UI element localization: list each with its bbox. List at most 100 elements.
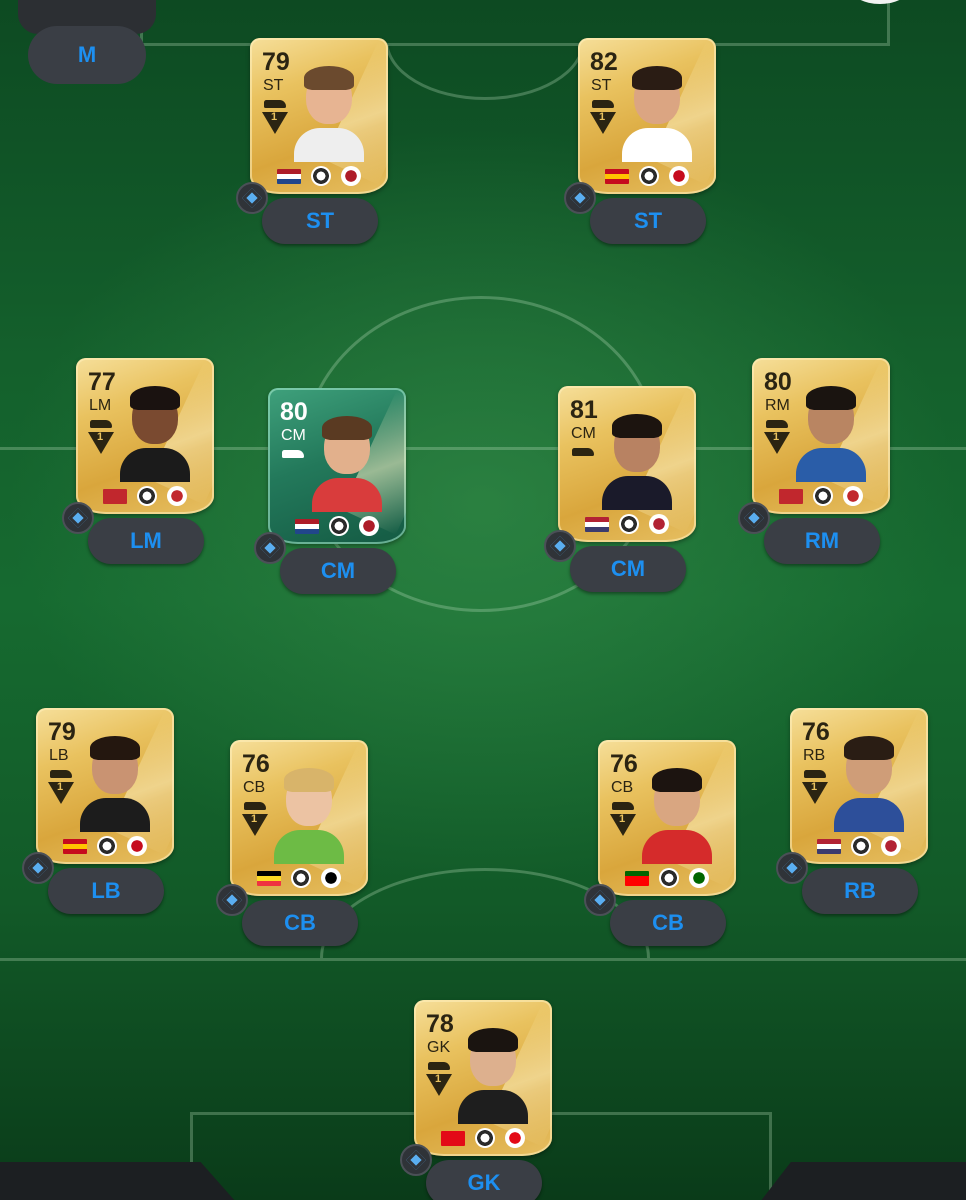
diamond-icon[interactable] bbox=[400, 1144, 432, 1176]
psv-logo bbox=[881, 836, 901, 856]
portugal-flag bbox=[625, 870, 649, 886]
player-hair bbox=[806, 386, 856, 410]
player-kit bbox=[312, 478, 382, 512]
player-card[interactable]: 78 GK 1 bbox=[414, 1000, 552, 1156]
player-card[interactable]: 80 RM 1 bbox=[752, 358, 890, 514]
galatasaray-logo bbox=[843, 486, 863, 506]
player-rating: 80 bbox=[764, 368, 792, 396]
slot-label: CM bbox=[610, 556, 646, 581]
player-hair bbox=[90, 736, 140, 760]
player-card[interactable]: 80 CM bbox=[268, 388, 406, 544]
boot-icon bbox=[592, 100, 614, 108]
slot-position-plate[interactable]: ST bbox=[262, 198, 378, 244]
slot-m[interactable]: M bbox=[28, 26, 146, 84]
slot-position-plate[interactable]: CM bbox=[280, 548, 396, 594]
boot-icon bbox=[282, 450, 304, 458]
eredivisie-logo bbox=[851, 836, 871, 856]
union-berlin-logo bbox=[689, 868, 709, 888]
slot-label: CM bbox=[320, 558, 356, 583]
slot-label: CB bbox=[652, 910, 684, 935]
slot-label: RM bbox=[804, 528, 840, 553]
chemistry-value: 1 bbox=[271, 111, 278, 123]
diamond-icon[interactable] bbox=[584, 884, 616, 916]
player-rating: 77 bbox=[88, 368, 116, 396]
badges-row bbox=[36, 836, 174, 856]
player-card[interactable]: 76 RB 1 bbox=[790, 708, 928, 864]
slot-position-plate[interactable]: CB bbox=[242, 900, 358, 946]
player-card[interactable]: 81 CM bbox=[558, 386, 696, 542]
player-kit bbox=[294, 128, 364, 162]
player-photo bbox=[834, 732, 904, 832]
player-photo bbox=[312, 412, 382, 512]
player-card[interactable]: 77 LM 1 bbox=[76, 358, 214, 514]
chemistry-value: 1 bbox=[97, 431, 104, 443]
diamond-icon[interactable] bbox=[62, 502, 94, 534]
nwsl-logo bbox=[619, 514, 639, 534]
slot-position-plate[interactable]: GK bbox=[426, 1160, 542, 1200]
card-position: GK bbox=[427, 1039, 451, 1056]
slot-label: GK bbox=[467, 1170, 501, 1195]
slot-position-plate[interactable]: RB bbox=[802, 868, 918, 914]
diamond-icon[interactable] bbox=[738, 502, 770, 534]
player-photo bbox=[458, 1024, 528, 1124]
card-position: CB bbox=[611, 779, 634, 796]
badges-row bbox=[752, 486, 890, 506]
player-card[interactable]: 76 CB 1 bbox=[230, 740, 368, 896]
card-position: CM bbox=[281, 427, 306, 444]
diamond-icon[interactable] bbox=[22, 852, 54, 884]
card-position: ST bbox=[263, 77, 284, 94]
card-position: LM bbox=[89, 397, 112, 414]
usa-flag bbox=[817, 838, 841, 854]
usa-flag bbox=[585, 516, 609, 532]
player-rating: 80 bbox=[280, 398, 308, 426]
diamond-icon[interactable] bbox=[776, 852, 808, 884]
slot-position-plate[interactable]: ST bbox=[590, 198, 706, 244]
badges-row bbox=[76, 486, 214, 506]
diamond-icon[interactable] bbox=[254, 532, 286, 564]
turkey-flag bbox=[441, 1130, 465, 1146]
player-rating: 82 bbox=[590, 48, 618, 76]
player-card[interactable]: 79 LB 1 bbox=[36, 708, 174, 864]
slot-position-plate[interactable]: LB bbox=[48, 868, 164, 914]
player-card[interactable]: 82 ST 1 bbox=[578, 38, 716, 194]
player-hair bbox=[468, 1028, 518, 1052]
leverkusen-logo bbox=[167, 486, 187, 506]
eredivisie-logo bbox=[311, 166, 331, 186]
player-photo bbox=[120, 382, 190, 482]
player-card[interactable]: 79 ST 1 bbox=[250, 38, 388, 194]
player-hair bbox=[612, 414, 662, 438]
slot-position-plate[interactable]: LM bbox=[88, 518, 204, 564]
player-rating: 79 bbox=[48, 718, 76, 746]
player-photo bbox=[642, 764, 712, 864]
netherlands-flag bbox=[295, 518, 319, 534]
boot-icon bbox=[244, 802, 266, 810]
diamond-icon[interactable] bbox=[564, 182, 596, 214]
diamond-icon[interactable] bbox=[216, 884, 248, 916]
card-position: RM bbox=[765, 397, 790, 414]
trendyol-super-lig-logo bbox=[813, 486, 833, 506]
pitch: M 79 ST 1 ST 82 ST 1 ST 77 LM 1 LM 80 CM… bbox=[0, 0, 966, 1200]
player-hair bbox=[652, 768, 702, 792]
boot-icon bbox=[766, 420, 788, 428]
player-hair bbox=[284, 768, 334, 792]
card-position: CB bbox=[243, 779, 266, 796]
slot-position-plate[interactable]: CB bbox=[610, 900, 726, 946]
player-photo bbox=[294, 62, 364, 162]
player-rating: 79 bbox=[262, 48, 290, 76]
diamond-icon[interactable] bbox=[236, 182, 268, 214]
boot-icon bbox=[612, 802, 634, 810]
slot-label: CB bbox=[284, 910, 316, 935]
player-rating: 81 bbox=[570, 396, 598, 424]
badges-row bbox=[230, 868, 368, 888]
bundesliga-logo bbox=[659, 868, 679, 888]
slot-position-plate[interactable]: CM bbox=[570, 546, 686, 592]
chemistry-value: 1 bbox=[599, 111, 606, 123]
slot-position-plate[interactable]: RM bbox=[764, 518, 880, 564]
spain-flag bbox=[63, 838, 87, 854]
spain-flag bbox=[605, 168, 629, 184]
player-kit bbox=[622, 128, 692, 162]
player-card[interactable]: 76 CB 1 bbox=[598, 740, 736, 896]
player-photo bbox=[796, 382, 866, 482]
boot-icon bbox=[428, 1062, 450, 1070]
diamond-icon[interactable] bbox=[544, 530, 576, 562]
